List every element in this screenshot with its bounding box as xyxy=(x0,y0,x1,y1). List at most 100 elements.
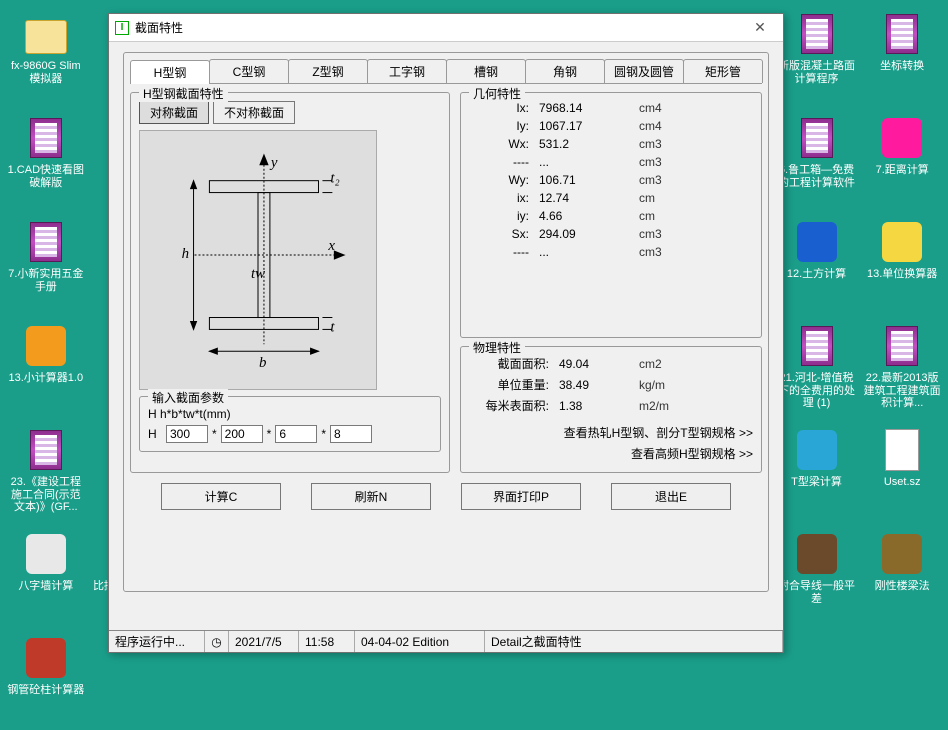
geom-title: 几何特性 xyxy=(469,85,525,102)
input-t[interactable] xyxy=(330,425,372,443)
desktop-icon[interactable]: 21.河北-增值税下的全费用的处理 (1) xyxy=(775,320,859,418)
desktop-icon[interactable]: 22.最新2013版建筑工程建筑面积计算... xyxy=(860,320,944,418)
status-edition: 04-04-02 Edition xyxy=(355,631,485,652)
link-high-freq[interactable]: 查看高频H型钢规格 xyxy=(469,443,753,464)
archive-icon xyxy=(886,326,918,366)
geom-value: 106.71 xyxy=(539,173,629,187)
right-column: 几何特性 Ix:7968.14cm4Iy:1067.17cm4Wx:531.2c… xyxy=(460,92,762,473)
desktop-icon[interactable]: 刚性楼梁法 xyxy=(860,528,944,626)
svg-text:t: t xyxy=(330,319,335,335)
desktop-icon[interactable]: 23.《建设工程施工合同(示范文本)》(GF... xyxy=(4,424,88,522)
geom-groupbox: 几何特性 Ix:7968.14cm4Iy:1067.17cm4Wx:531.2c… xyxy=(460,92,762,338)
tab-C型钢[interactable]: C型钢 xyxy=(209,59,289,83)
close-button[interactable]: ✕ xyxy=(743,18,777,38)
desktop-icon[interactable]: 7.小新实用五金手册 xyxy=(4,216,88,314)
desktop-icon[interactable]: 钢管砼柱计算器 xyxy=(4,632,88,730)
symmetric-button[interactable]: 对称截面 xyxy=(139,101,209,124)
geom-unit: cm3 xyxy=(639,137,689,151)
desktop-icon[interactable]: 12.土方计算 xyxy=(775,216,859,314)
geom-value: 531.2 xyxy=(539,137,629,151)
desktop-icon[interactable]: 1.CAD快速看图破解版 xyxy=(4,112,88,210)
phys-groupbox: 物理特性 截面面积:49.04cm2单位重量:38.49kg/m每米表面积:1.… xyxy=(460,346,762,473)
desktop-icon-label: 21.河北-增值税下的全费用的处理 (1) xyxy=(777,372,857,410)
svg-text:h: h xyxy=(182,246,189,262)
link-hot-rolled[interactable]: 查看热轧H型钢、剖分T型钢规格 xyxy=(469,422,753,443)
tab-槽钢[interactable]: 槽钢 xyxy=(446,59,526,83)
desktop-icon[interactable]: T型梁计算 xyxy=(775,424,859,522)
app-icon xyxy=(882,534,922,574)
desktop-icon-label: 12.土方计算 xyxy=(787,268,846,281)
status-detail: Detail之截面特性 xyxy=(485,631,783,652)
input-h[interactable] xyxy=(166,425,208,443)
status-time: 11:58 xyxy=(299,631,355,652)
geom-unit: cm4 xyxy=(639,101,689,115)
phys-key: 单位重量: xyxy=(469,376,549,393)
desktop-icon[interactable]: 6.鲁工箱—免费的工程计算软件 xyxy=(775,112,859,210)
desktop-icon[interactable]: 13.小计算器1.0 xyxy=(4,320,88,418)
desktop-icon-label: 7.距离计算 xyxy=(876,164,929,177)
desktop-icon[interactable]: 附合导线一般平差 xyxy=(775,528,859,626)
desktop-icon-label: fx-9860G Slim 模拟器 xyxy=(6,60,86,85)
desktop-icon-label: 八字墙计算 xyxy=(18,580,73,593)
titlebar[interactable]: I 截面特性 ✕ xyxy=(109,14,783,42)
phys-value: 38.49 xyxy=(559,378,629,392)
geom-key: Ix: xyxy=(469,101,529,115)
desktop-icon[interactable]: 13.单位换算器 xyxy=(860,216,944,314)
tab-圆钢及圆管[interactable]: 圆钢及圆管 xyxy=(604,59,684,83)
tab-H型钢[interactable]: H型钢 xyxy=(130,60,210,84)
desktop-icon[interactable]: 坐标转换 xyxy=(860,8,944,106)
app-icon xyxy=(797,534,837,574)
calc-button[interactable]: 计算C xyxy=(161,483,281,510)
desktop-icon[interactable]: 新版混凝土路面计算程序 xyxy=(775,8,859,106)
phys-grid: 截面面积:49.04cm2单位重量:38.49kg/m每米表面积:1.38m2/… xyxy=(469,355,753,414)
geom-value: 294.09 xyxy=(539,227,629,241)
geom-unit: cm3 xyxy=(639,245,689,259)
phys-unit: m2/m xyxy=(639,399,689,413)
archive-icon xyxy=(801,118,833,158)
svg-text:t₂: t₂ xyxy=(330,171,339,187)
folder-icon xyxy=(25,20,67,54)
geom-key: ---- xyxy=(469,245,529,259)
tab-角钢[interactable]: 角钢 xyxy=(525,59,605,83)
tab-Z型钢[interactable]: Z型钢 xyxy=(288,59,368,83)
geom-unit: cm xyxy=(639,209,689,223)
sep2: * xyxy=(267,427,272,441)
tab-矩形管[interactable]: 矩形管 xyxy=(683,59,763,83)
h-label: H xyxy=(148,427,162,441)
app-icon xyxy=(882,222,922,262)
desktop-icon[interactable]: 八字墙计算 xyxy=(4,528,88,626)
desktop-icon[interactable]: Uset.sz xyxy=(860,424,944,522)
desktop-icon-label: 7.小新实用五金手册 xyxy=(6,268,86,293)
geom-key: Sx: xyxy=(469,227,529,241)
main-panel: H型钢截面特性 对称截面 不对称截面 xyxy=(130,92,762,473)
params-title: 输入截面参数 xyxy=(148,389,228,406)
status-date: 2021/7/5 xyxy=(229,631,299,652)
phys-value: 1.38 xyxy=(559,399,629,413)
asymmetric-button[interactable]: 不对称截面 xyxy=(213,101,295,124)
desktop-icon[interactable]: 7.距离计算 xyxy=(860,112,944,210)
desktop-icon-label: 坐标转换 xyxy=(880,60,924,73)
geom-unit: cm3 xyxy=(639,155,689,169)
geom-value: 12.74 xyxy=(539,191,629,205)
svg-text:x: x xyxy=(327,238,335,254)
input-b[interactable] xyxy=(221,425,263,443)
status-running: 程序运行中... xyxy=(109,631,205,652)
phys-value: 49.04 xyxy=(559,357,629,371)
client-area: H型钢C型钢Z型钢工字钢槽钢角钢圆钢及圆管矩形管 H型钢截面特性 对称截面 不对… xyxy=(109,42,783,630)
desktop-icon-label: 23.《建设工程施工合同(示范文本)》(GF... xyxy=(6,476,86,514)
desktop-icon[interactable]: fx-9860G Slim 模拟器 xyxy=(4,8,88,106)
tabs-container: H型钢C型钢Z型钢工字钢槽钢角钢圆钢及圆管矩形管 H型钢截面特性 对称截面 不对… xyxy=(123,52,769,592)
refresh-button[interactable]: 刷新N xyxy=(311,483,431,510)
section-groupbox: H型钢截面特性 对称截面 不对称截面 xyxy=(130,92,450,473)
phys-unit: cm2 xyxy=(639,357,689,371)
print-button[interactable]: 界面打印P xyxy=(461,483,581,510)
input-tw[interactable] xyxy=(275,425,317,443)
action-row: 计算C 刷新N 界面打印P 退出E xyxy=(130,483,762,510)
geom-key: ---- xyxy=(469,155,529,169)
tab-工字钢[interactable]: 工字钢 xyxy=(367,59,447,83)
exit-button[interactable]: 退出E xyxy=(611,483,731,510)
app-icon xyxy=(26,638,66,678)
app-icon xyxy=(797,430,837,470)
geom-unit: cm xyxy=(639,191,689,205)
desktop-icon-label: T型梁计算 xyxy=(791,476,842,489)
